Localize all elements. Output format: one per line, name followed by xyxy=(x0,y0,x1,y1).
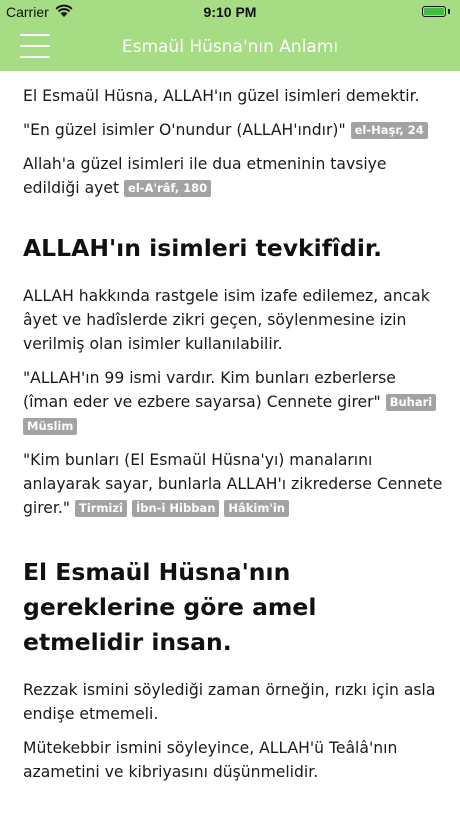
section-heading-2: El Esmaül Hüsna'nın gereklerine göre ame… xyxy=(23,558,317,656)
section-paragraph-3: Mütekebbir ismini söyleyince, ALLAH'ü Te… xyxy=(23,739,398,781)
quote-paragraph-2: "ALLAH'ın 99 ismi vardır. Kim bunları ez… xyxy=(23,366,443,438)
source-tag-ibn-hibban[interactable]: İbn-i Hibban xyxy=(131,500,220,517)
clock: 9:10 PM xyxy=(203,4,257,20)
source-tag-hakim[interactable]: Hâkim'in xyxy=(224,500,289,517)
quote-text-2: "ALLAH'ın 99 ismi vardır. Kim bunları ez… xyxy=(23,369,396,411)
article-content: El Esmaül Hüsna, ALLAH'ın güzel isimleri… xyxy=(23,84,443,784)
source-tag-el-araf[interactable]: el-A'râf, 180 xyxy=(124,180,212,197)
quote-paragraph-3: "Kim bunları (El Esmaül Hüsna'yı) manala… xyxy=(23,448,443,520)
section-heading-1: ALLAH'ın isimleri tevkifîdir. xyxy=(23,234,383,262)
source-tag-buhari[interactable]: Buhari xyxy=(385,394,437,411)
source-tag-muslim[interactable]: Müslim xyxy=(23,418,78,435)
section-paragraph-1: ALLAH hakkında rastgele isim izafe edile… xyxy=(23,287,430,353)
source-tag-tirmizi[interactable]: Tirmizî xyxy=(74,500,128,517)
page-title: Esmaül Hüsna'nın Anlamı xyxy=(121,37,339,57)
status-bar: Carrier 9:10 PM xyxy=(0,0,460,24)
dua-paragraph: Allah'a güzel isimleri ile dua etmeninin… xyxy=(23,152,443,200)
battery-cap xyxy=(448,9,450,14)
quote-text-1: "En güzel isimler O'nundur (ALLAH'ındır)… xyxy=(23,121,346,139)
section-paragraph-2: Rezzak ismini söylediği zaman örneğin, r… xyxy=(23,681,436,723)
battery-icon xyxy=(422,6,446,17)
intro-paragraph: El Esmaül Hüsna, ALLAH'ın güzel isimleri… xyxy=(23,87,420,105)
navigation-bar: Esmaül Hüsna'nın Anlamı xyxy=(0,24,460,71)
source-tag-el-hasr[interactable]: el-Haşr, 24 xyxy=(350,122,428,139)
quote-paragraph-1: "En güzel isimler O'nundur (ALLAH'ındır)… xyxy=(23,118,443,142)
